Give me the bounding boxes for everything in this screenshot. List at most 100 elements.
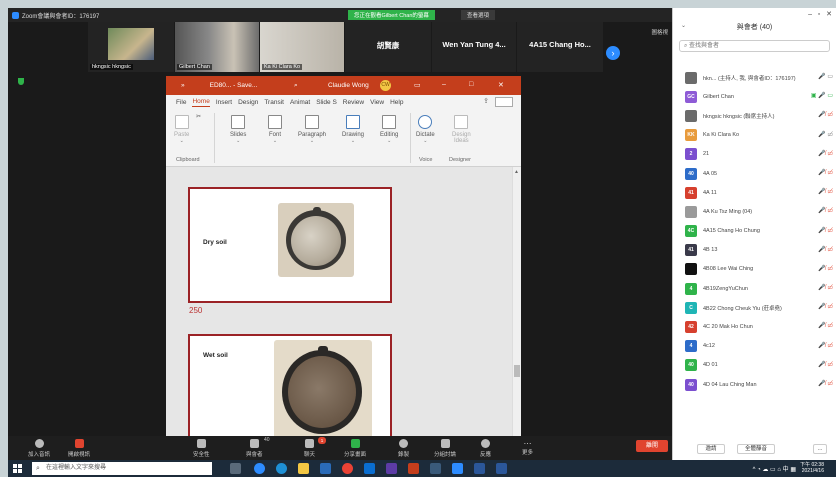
file-explorer-icon[interactable] bbox=[298, 463, 309, 474]
participants-button[interactable]: 與會者 40 bbox=[246, 437, 270, 458]
slide-thumbnail[interactable]: Wet soil bbox=[188, 334, 392, 439]
video-tile[interactable]: 4A15 Chang Ho... bbox=[517, 22, 603, 72]
participant-row[interactable]: 42 4C 20 Mak Ho Chun 🎤̸ ▭̸ bbox=[673, 317, 836, 336]
dictate-button[interactable]: Dictate ⌄ bbox=[416, 115, 435, 144]
video-tile[interactable]: 胡賢康 bbox=[345, 22, 431, 72]
tab-home[interactable]: Home bbox=[192, 98, 210, 107]
editing-button[interactable]: Editing ⌄ bbox=[380, 115, 398, 144]
window-controls-icon[interactable]: – ▫ ✕ bbox=[808, 10, 832, 18]
vertical-scrollbar[interactable]: ▲ bbox=[512, 167, 521, 439]
cut-icon[interactable]: ✂ bbox=[196, 113, 201, 120]
scroll-thumb[interactable] bbox=[514, 365, 520, 377]
close-icon[interactable]: ✕ bbox=[498, 81, 504, 89]
invite-button[interactable]: 邀請 bbox=[697, 444, 725, 454]
ribbon-display-icon[interactable]: ▭ bbox=[414, 81, 421, 89]
quick-access-icon[interactable]: » bbox=[181, 82, 185, 89]
sharing-icon[interactable]: ▣ 🎤 ▭ bbox=[811, 92, 833, 99]
maximize-icon[interactable]: □ bbox=[469, 81, 473, 88]
zoom-icon[interactable] bbox=[452, 463, 463, 474]
muted-mic-icon[interactable]: 🎤̸ ▭̸ bbox=[818, 322, 833, 329]
taskbar-clock[interactable]: 下午 02:38 2021/4/16 bbox=[800, 462, 824, 474]
participant-row[interactable]: 41 4B 13 🎤̸ ▭̸ bbox=[673, 241, 836, 260]
muted-mic-icon[interactable]: 🎤̸ ▭̸ bbox=[818, 265, 833, 272]
muted-mic-icon[interactable]: 🎤̸ ▭̸ bbox=[818, 303, 833, 310]
paste-button[interactable]: Paste ⌄ bbox=[174, 115, 189, 144]
app-icon[interactable] bbox=[430, 463, 441, 474]
leave-button[interactable]: 離開 bbox=[636, 440, 668, 452]
slide-thumbnail[interactable]: Dry soil bbox=[188, 187, 392, 303]
file-name[interactable]: ED80... - Save... bbox=[210, 82, 258, 89]
view-options-button[interactable]: 查看選項 bbox=[461, 10, 496, 20]
muted-mic-icon[interactable]: 🎤̸ ▭̸ bbox=[818, 207, 833, 214]
windows-start-icon[interactable] bbox=[13, 464, 22, 473]
more-options-button[interactable]: ... bbox=[813, 444, 827, 454]
share-icon[interactable]: ⇪ bbox=[483, 97, 489, 105]
edge-icon[interactable] bbox=[254, 463, 265, 474]
word-icon[interactable] bbox=[496, 463, 507, 474]
muted-mic-icon[interactable]: 🎤̸ ▭̸ bbox=[818, 284, 833, 291]
taskbar-search-input[interactable]: ⌕ 在這裡輸入文字來搜尋 bbox=[32, 462, 212, 475]
participant-row[interactable]: 41 4A 11 🎤̸ ▭̸ bbox=[673, 183, 836, 202]
video-tile[interactable]: Wen Yan Tung 4... bbox=[432, 22, 516, 72]
tab-help[interactable]: Help bbox=[390, 99, 403, 106]
participant-search-input[interactable]: ⌕ 查找與會者 bbox=[679, 40, 830, 52]
powerpoint-icon[interactable] bbox=[408, 463, 419, 474]
mic-icon[interactable]: 🎤 ▭̸ bbox=[818, 131, 833, 138]
next-page-arrow-icon[interactable]: › bbox=[606, 46, 620, 60]
muted-mic-icon[interactable]: 🎤̸ ▭̸ bbox=[818, 380, 833, 387]
security-button[interactable]: 安全性 bbox=[193, 439, 210, 458]
chrome-icon[interactable] bbox=[342, 463, 353, 474]
store-icon[interactable] bbox=[320, 463, 331, 474]
participant-row[interactable]: 4A Ku Tsz Ming (04) 🎤̸ ▭̸ bbox=[673, 202, 836, 221]
scroll-up-icon[interactable]: ▲ bbox=[514, 169, 519, 175]
slides-button[interactable]: Slides ⌄ bbox=[230, 115, 246, 144]
muted-mic-icon[interactable]: 🎤̸ ▭̸ bbox=[818, 246, 833, 253]
participant-row[interactable]: 4 4c12 🎤̸ ▭̸ bbox=[673, 337, 836, 356]
comments-icon[interactable] bbox=[495, 97, 513, 107]
mute-all-button[interactable]: 全體靜音 bbox=[737, 444, 775, 454]
design-ideas-button[interactable]: Design Ideas bbox=[452, 115, 471, 144]
tab-animations[interactable]: Animat bbox=[290, 99, 310, 106]
teams-icon[interactable] bbox=[364, 463, 375, 474]
minimize-icon[interactable]: – bbox=[442, 81, 446, 88]
participant-row[interactable]: C 4B22 Chong Cheuk Yiu (莊卓堯) 🎤̸ ▭̸ bbox=[673, 298, 836, 317]
participant-row[interactable]: 40 4D 01 🎤̸ ▭̸ bbox=[673, 356, 836, 375]
start-video-button[interactable]: 開啟視訊 bbox=[68, 439, 90, 458]
video-tile[interactable]: Gilbert Chan bbox=[175, 22, 259, 72]
join-audio-button[interactable]: 加入音訊 bbox=[28, 439, 50, 458]
user-avatar[interactable]: CW bbox=[380, 80, 391, 91]
participant-row[interactable]: 2 21 🎤̸ ▭̸ bbox=[673, 145, 836, 164]
participant-row[interactable]: 4C 4A15 Chang Ho Chung 🎤̸ ▭̸ bbox=[673, 222, 836, 241]
tab-slide-show[interactable]: Slide S bbox=[316, 99, 337, 106]
record-button[interactable]: 錄製 bbox=[398, 439, 409, 458]
breakout-rooms-button[interactable]: 分組討論 bbox=[434, 439, 456, 458]
muted-mic-icon[interactable]: 🎤̸ ▭̸ bbox=[818, 111, 833, 118]
font-button[interactable]: Font ⌄ bbox=[268, 115, 282, 144]
muted-mic-icon[interactable]: 🎤̸ ▭̸ bbox=[818, 150, 833, 157]
more-button[interactable]: ⋯ 更多 bbox=[522, 439, 533, 456]
participant-row[interactable]: KK Ka Ki Clara Ko 🎤 ▭̸ bbox=[673, 126, 836, 145]
camera-icon[interactable]: 🎤 ▭ bbox=[818, 73, 833, 80]
paragraph-button[interactable]: Paragraph ⌄ bbox=[298, 115, 326, 144]
onenote-icon[interactable] bbox=[386, 463, 397, 474]
tab-insert[interactable]: Insert bbox=[216, 99, 232, 106]
tab-review[interactable]: Review bbox=[343, 99, 364, 106]
tab-view[interactable]: View bbox=[370, 99, 384, 106]
video-tile[interactable]: Ka Ki Clara Ko bbox=[260, 22, 344, 72]
muted-mic-icon[interactable]: 🎤̸ ▭̸ bbox=[818, 227, 833, 234]
chevron-down-icon[interactable]: ⌄ bbox=[681, 22, 686, 29]
tab-file[interactable]: File bbox=[176, 99, 186, 106]
participant-row[interactable]: hkngsic hkngsic (聯席主持人) 🎤̸ ▭̸ bbox=[673, 106, 836, 125]
slide-sorter[interactable]: Dry soil 250 Wet soil ▲ bbox=[166, 167, 521, 439]
chat-button[interactable]: 1 聊天 bbox=[304, 437, 326, 458]
participant-row[interactable]: 40 4A 05 🎤̸ ▭̸ bbox=[673, 164, 836, 183]
participant-row[interactable]: 4B08 Lee Wai Ching 🎤̸ ▭̸ bbox=[673, 260, 836, 279]
task-view-icon[interactable] bbox=[230, 463, 241, 474]
reactions-button[interactable]: 反應 bbox=[480, 439, 491, 458]
share-screen-button[interactable]: 分享畫面 bbox=[344, 439, 366, 458]
system-tray-icons[interactable]: ^ ◔ ☁ ▭ ⌂ 中 ▦ bbox=[753, 464, 796, 473]
muted-mic-icon[interactable]: 🎤̸ ▭̸ bbox=[818, 342, 833, 349]
muted-mic-icon[interactable]: 🎤̸ ▭̸ bbox=[818, 361, 833, 368]
participant-row[interactable]: hkn... (主持人, 我, 與會者ID：176197) 🎤 ▭ bbox=[673, 68, 836, 87]
outlook-icon[interactable] bbox=[474, 463, 485, 474]
